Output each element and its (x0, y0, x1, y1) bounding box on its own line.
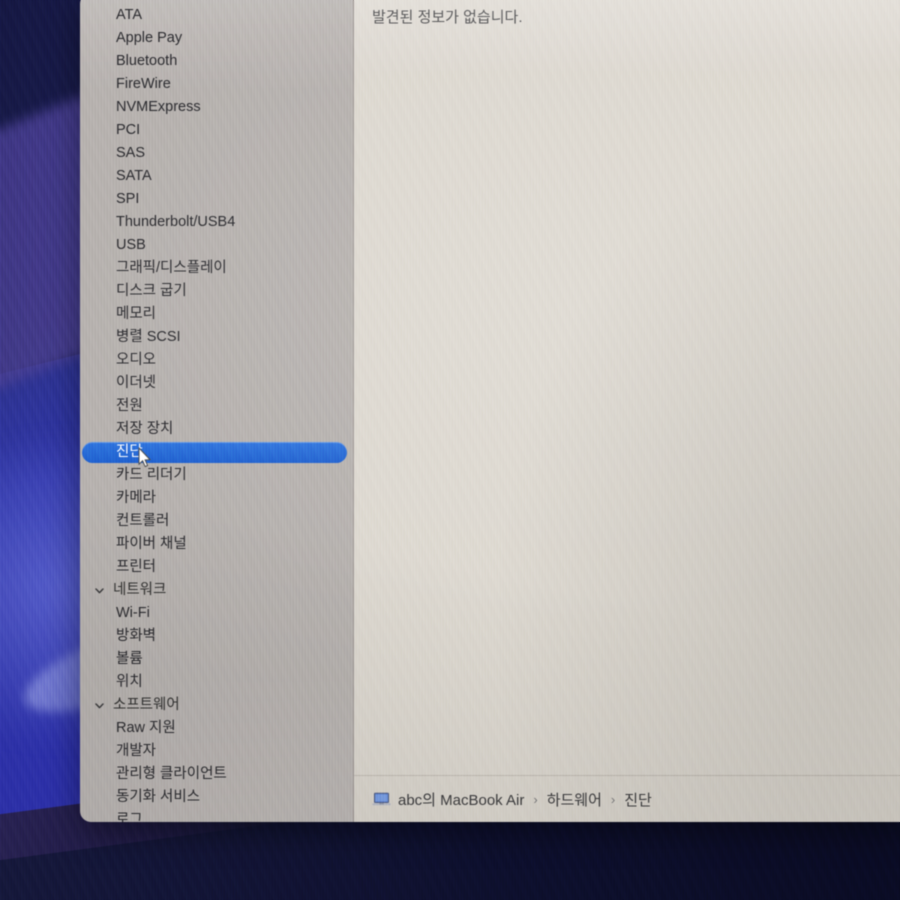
sidebar-item-2[interactable]: Bluetooth (80, 50, 353, 73)
sidebar-item-11[interactable]: 그래픽/디스플레이 (80, 257, 353, 280)
sidebar-item-label: SAS (116, 145, 146, 161)
sidebar-item-0[interactable]: ATA (80, 4, 353, 27)
sidebar-item-label: 로그 (116, 812, 143, 822)
sidebar-item-10[interactable]: USB (80, 234, 353, 257)
sidebar-item-16[interactable]: 이더넷 (80, 372, 353, 395)
sidebar-list[interactable]: ATA Apple Pay Bluetooth FireWire NVMExpress P… (80, 4, 353, 822)
sidebar-item-19[interactable]: 진단 (80, 441, 353, 464)
breadcrumb-separator-2: › (610, 791, 616, 807)
breadcrumb-separator-1: › (533, 791, 538, 807)
sidebar-item-20[interactable]: 카드 리더기 (80, 464, 353, 487)
sidebar-item-label: Wi-Fi (116, 605, 150, 621)
sidebar-item-24[interactable]: 프린터 (80, 556, 353, 579)
sidebar-item-label: SPI (116, 191, 140, 207)
sidebar-item-8[interactable]: SPI (80, 188, 353, 211)
sidebar-item-29[interactable]: 위치 (80, 671, 353, 694)
sidebar-item-label: 그래픽/디스플레이 (116, 260, 227, 276)
sidebar-item-label: 카메라 (116, 490, 157, 506)
sidebar-item-14[interactable]: 병렬 SCSI (80, 326, 353, 349)
sidebar-item-18[interactable]: 저장 장치 (80, 418, 353, 441)
sidebar-item-4[interactable]: NVMExpress (80, 96, 353, 119)
sidebar-item-label: PCI (116, 122, 141, 138)
status-bar: abc의 MacBook Air › 하드웨어 › 진단 (354, 775, 900, 822)
sidebar-item-1[interactable]: Apple Pay (80, 27, 353, 50)
system-information-window: ATA Apple Pay Bluetooth FireWire NVMExpress P… (80, 0, 900, 822)
sidebar-item-label: 디스크 굽기 (116, 283, 187, 299)
no-information-message: 발견된 정보가 없습니다. (372, 9, 523, 26)
sidebar-item-label: 위치 (116, 674, 143, 690)
sidebar-item-label: NVMExpress (116, 99, 201, 115)
sidebar-item-label: 관리형 클라이언트 (116, 766, 227, 782)
sidebar[interactable]: ATA Apple Pay Bluetooth FireWire NVMExpress P… (80, 0, 354, 822)
macbook-icon (372, 792, 391, 806)
sidebar-item-label: 동기화 서비스 (116, 789, 201, 805)
sidebar-item-label: 전원 (116, 398, 143, 414)
mouse-cursor (138, 447, 152, 468)
sidebar-item-30[interactable]: 소프트웨어 (80, 694, 353, 717)
sidebar-item-label: 볼륨 (116, 651, 143, 667)
sidebar-item-label: 이더넷 (116, 375, 157, 391)
sidebar-item-label: 파이버 채널 (116, 536, 187, 552)
sidebar-item-label: FireWire (116, 76, 171, 92)
content-pane: 발견된 정보가 없습니다. abc의 MacBook Air › 하드웨어 › … (354, 0, 900, 822)
sidebar-item-35[interactable]: 로그 (80, 809, 353, 822)
chevron-down-icon[interactable] (94, 585, 109, 596)
sidebar-item-label: Thunderbolt/USB4 (116, 214, 236, 230)
content-sheen (354, 0, 900, 822)
sidebar-item-label: Apple Pay (116, 30, 183, 46)
sidebar-item-label: 저장 장치 (116, 421, 174, 437)
sidebar-item-label: USB (116, 237, 146, 253)
sidebar-item-9[interactable]: Thunderbolt/USB4 (80, 211, 353, 234)
breadcrumb-item-device[interactable]: abc의 MacBook Air (398, 789, 524, 810)
sidebar-item-label: 소프트웨어 (113, 697, 180, 713)
sidebar-item-21[interactable]: 카메라 (80, 487, 353, 510)
sidebar-item-27[interactable]: 방화벽 (80, 625, 353, 648)
sidebar-item-3[interactable]: FireWire (80, 73, 353, 96)
sidebar-item-5[interactable]: PCI (80, 119, 353, 142)
sidebar-item-34[interactable]: 동기화 서비스 (80, 786, 353, 809)
sidebar-item-17[interactable]: 전원 (80, 395, 353, 418)
sidebar-item-label: 메모리 (116, 306, 157, 322)
sidebar-item-6[interactable]: SAS (80, 142, 353, 165)
sidebar-item-label: 네트워크 (113, 582, 167, 598)
sidebar-item-31[interactable]: Raw 지원 (80, 717, 353, 740)
sidebar-item-7[interactable]: SATA (80, 165, 353, 188)
sidebar-item-26[interactable]: Wi-Fi (80, 602, 353, 625)
sidebar-item-33[interactable]: 관리형 클라이언트 (80, 763, 353, 786)
sidebar-item-label: 프린터 (116, 559, 157, 575)
chevron-down-icon[interactable] (94, 700, 109, 711)
sidebar-item-label: 오디오 (116, 352, 157, 368)
sidebar-item-label: SATA (116, 168, 152, 184)
sidebar-item-label: 방화벽 (116, 628, 157, 644)
sidebar-item-label: Raw 지원 (116, 720, 176, 736)
sidebar-item-25[interactable]: 네트워크 (80, 579, 353, 602)
sidebar-item-15[interactable]: 오디오 (80, 349, 353, 372)
breadcrumb-item-hardware[interactable]: 하드웨어 (547, 789, 602, 810)
sidebar-item-label: ATA (116, 7, 143, 23)
sidebar-item-23[interactable]: 파이버 채널 (80, 533, 353, 556)
sidebar-item-12[interactable]: 디스크 굽기 (80, 280, 353, 303)
sidebar-item-label: Bluetooth (116, 53, 178, 69)
sidebar-item-13[interactable]: 메모리 (80, 303, 353, 326)
sidebar-item-label: 컨트롤러 (116, 513, 170, 529)
sidebar-item-label: 개발자 (116, 743, 157, 759)
sidebar-item-22[interactable]: 컨트롤러 (80, 510, 353, 533)
sidebar-item-label: 병렬 SCSI (116, 329, 181, 345)
sidebar-item-32[interactable]: 개발자 (80, 740, 353, 763)
breadcrumb-item-diagnostics[interactable]: 진단 (624, 789, 652, 810)
sidebar-item-28[interactable]: 볼륨 (80, 648, 353, 671)
